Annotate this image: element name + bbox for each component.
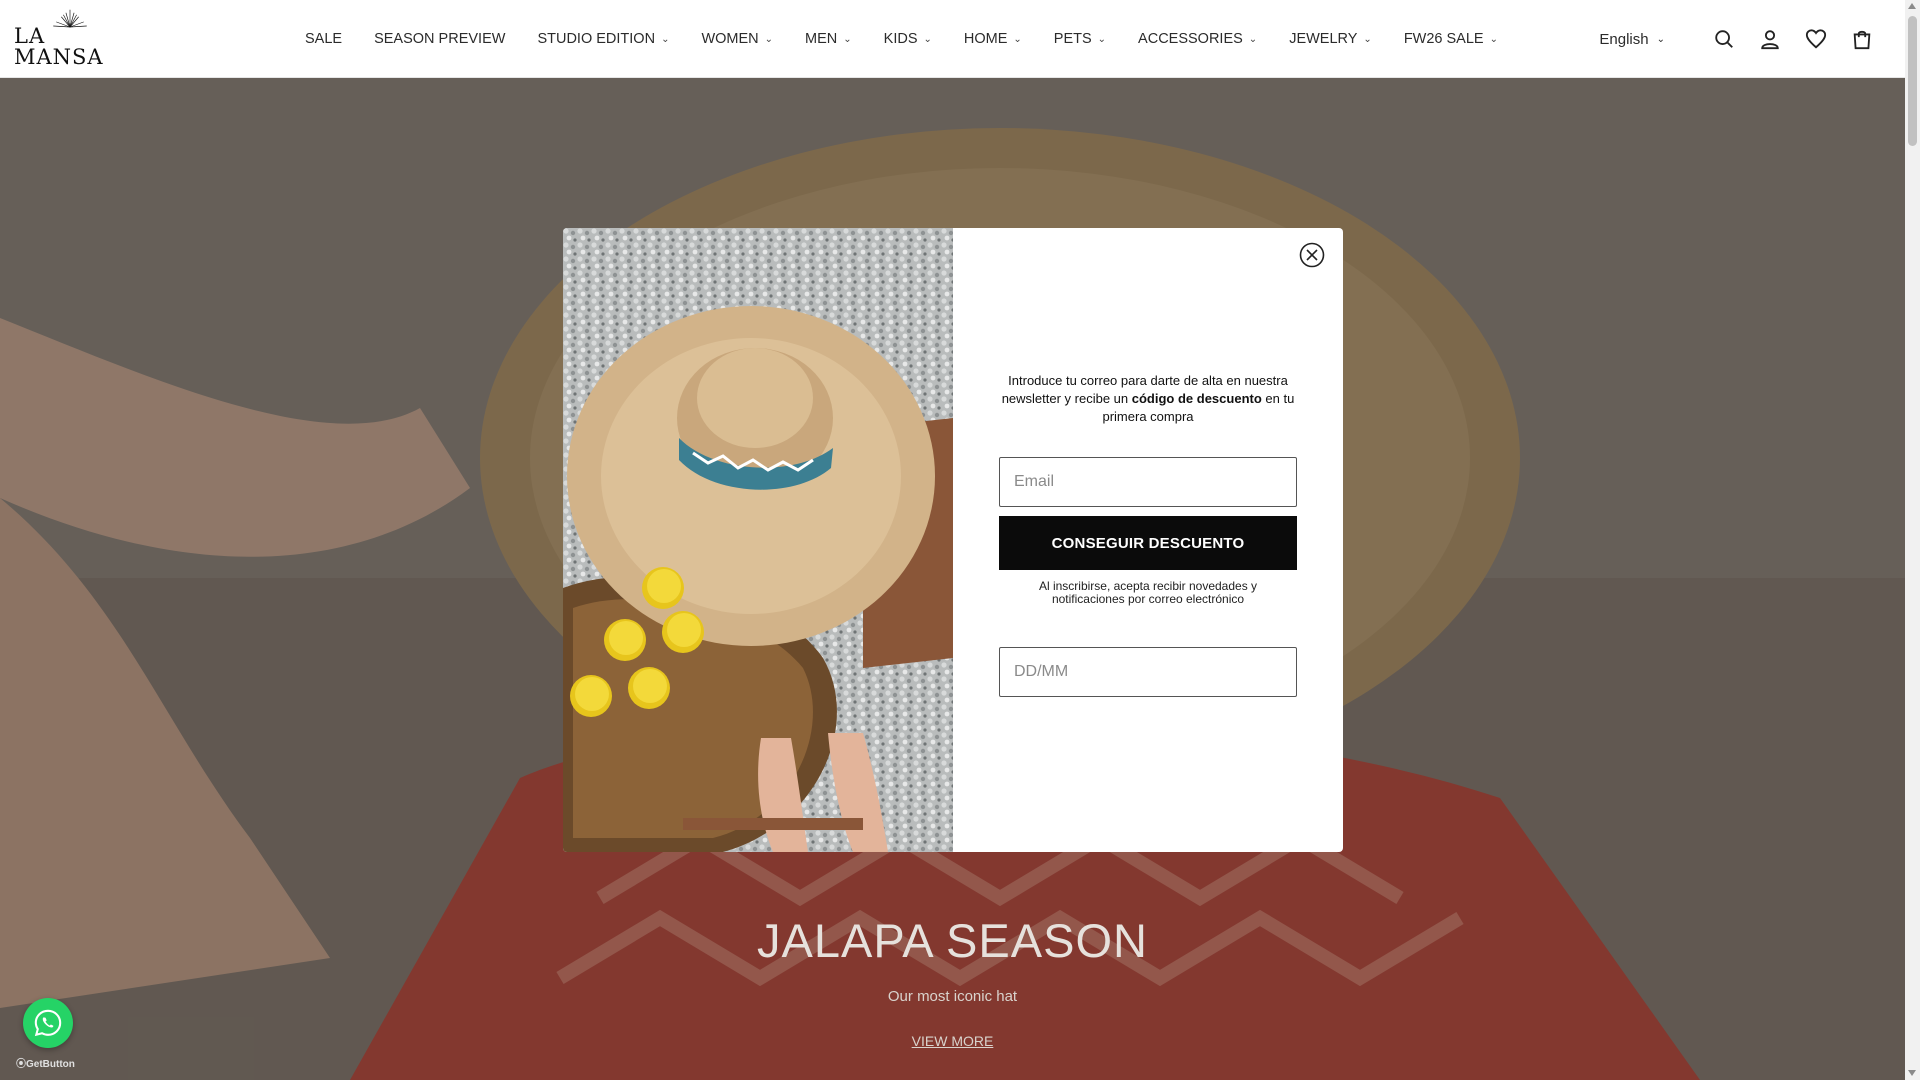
nav-item-season-preview[interactable]: SEASON PREVIEW [374, 31, 505, 47]
nav-item-sale[interactable]: SALE [305, 31, 342, 47]
intro-bold-text: código de descuento [1131, 391, 1262, 406]
main-nav: SALE SEASON PREVIEW STUDIO EDITION ⌄ WOME… [305, 0, 1530, 78]
account-icon[interactable] [1757, 26, 1783, 52]
get-discount-button[interactable]: CONSEGUIR DESCUENTO [999, 516, 1297, 570]
scroll-down-arrow-icon[interactable] [1908, 1070, 1916, 1076]
logo[interactable]: LA MANSA [14, 8, 126, 68]
popup-intro-text: Introduce tu correo para darte de alta e… [993, 372, 1303, 426]
nav-item-accessories[interactable]: ACCESSORIES ⌄ [1138, 31, 1257, 47]
header-actions: English ⌄ [1599, 0, 1875, 78]
nav-item-home[interactable]: HOME ⌄ [964, 31, 1022, 47]
hero-title: JALAPA SEASON [757, 914, 1148, 967]
search-icon[interactable] [1711, 26, 1737, 52]
chevron-down-icon: ⌄ [843, 33, 852, 45]
nav-item-women[interactable]: WOMEN ⌄ [701, 31, 773, 47]
chevron-down-icon: ⌄ [764, 33, 774, 45]
nav-label: SEASON PREVIEW [374, 31, 506, 47]
chevron-down-icon: ⌄ [923, 33, 932, 45]
page-scrollbar[interactable] [1905, 0, 1920, 1080]
scroll-up-arrow-icon[interactable] [1908, 3, 1916, 9]
nav-label: WOMEN [701, 31, 759, 47]
chevron-down-icon: ⌄ [1363, 33, 1372, 45]
nav-item-fw26-sale[interactable]: FW26 SALE ⌄ [1404, 31, 1498, 47]
nav-label: HOME [963, 31, 1008, 47]
getbutton-link[interactable]: ⦿GetButton [16, 1055, 75, 1070]
wishlist-icon[interactable] [1803, 26, 1829, 52]
nav-label: ACCESSORIES [1138, 31, 1243, 47]
nav-label: FW26 SALE [1403, 31, 1484, 47]
chevron-down-icon: ⌄ [1248, 33, 1258, 45]
nav-item-jewelry[interactable]: JEWELRY ⌄ [1289, 31, 1372, 47]
nav-label: KIDS [883, 31, 918, 47]
view-more-link[interactable]: VIEW MORE [912, 1033, 994, 1049]
nav-label: MEN [805, 31, 838, 47]
nav-label: SALE [305, 31, 343, 47]
hero-cta: VIEW MORE [0, 1033, 1905, 1051]
chevron-down-icon: ⌄ [1097, 33, 1107, 45]
nav-label: PETS [1053, 31, 1092, 47]
nav-label: JEWELRY [1289, 31, 1358, 47]
newsletter-popup: Introduce tu correo para darte de alta e… [563, 228, 1343, 852]
close-icon[interactable] [1297, 240, 1327, 270]
agave-logo-icon [53, 9, 87, 28]
hat-lemons-photo [563, 228, 953, 852]
nav-item-pets[interactable]: PETS ⌄ [1054, 31, 1106, 47]
consent-text: Al inscribirse, acepta recibir novedades… [1038, 579, 1258, 606]
language-selector[interactable]: English ⌄ [1599, 31, 1665, 48]
nav-item-kids[interactable]: KIDS ⌄ [884, 31, 932, 47]
birthday-field[interactable] [999, 647, 1297, 697]
nav-item-men[interactable]: MEN ⌄ [805, 31, 852, 47]
popup-image [563, 228, 953, 852]
whatsapp-button[interactable] [23, 998, 73, 1048]
logo-text: LA MANSA [14, 24, 104, 69]
nav-label: STUDIO EDITION [537, 31, 656, 47]
chevron-down-icon: ⌄ [661, 33, 670, 45]
getbutton-icon: ⦿ [16, 1059, 26, 1070]
getbutton-label: GetButton [26, 1059, 75, 1070]
cart-icon[interactable] [1849, 26, 1875, 52]
popup-form: Introduce tu correo para darte de alta e… [953, 228, 1343, 852]
nav-item-studio-edition[interactable]: STUDIO EDITION ⌄ [537, 31, 669, 47]
whatsapp-icon [34, 1009, 62, 1037]
language-label: English [1599, 30, 1649, 48]
scroll-thumb[interactable] [1908, 16, 1917, 146]
hero-subtitle: Our most iconic hat [887, 988, 1018, 1005]
chevron-down-icon: ⌄ [1656, 33, 1665, 45]
email-field[interactable] [999, 457, 1297, 507]
chevron-down-icon: ⌄ [1013, 33, 1022, 45]
chevron-down-icon: ⌄ [1489, 33, 1498, 45]
site-header: LA MANSA SALE SEASON PREVIEW STUDIO EDIT… [0, 0, 1905, 78]
